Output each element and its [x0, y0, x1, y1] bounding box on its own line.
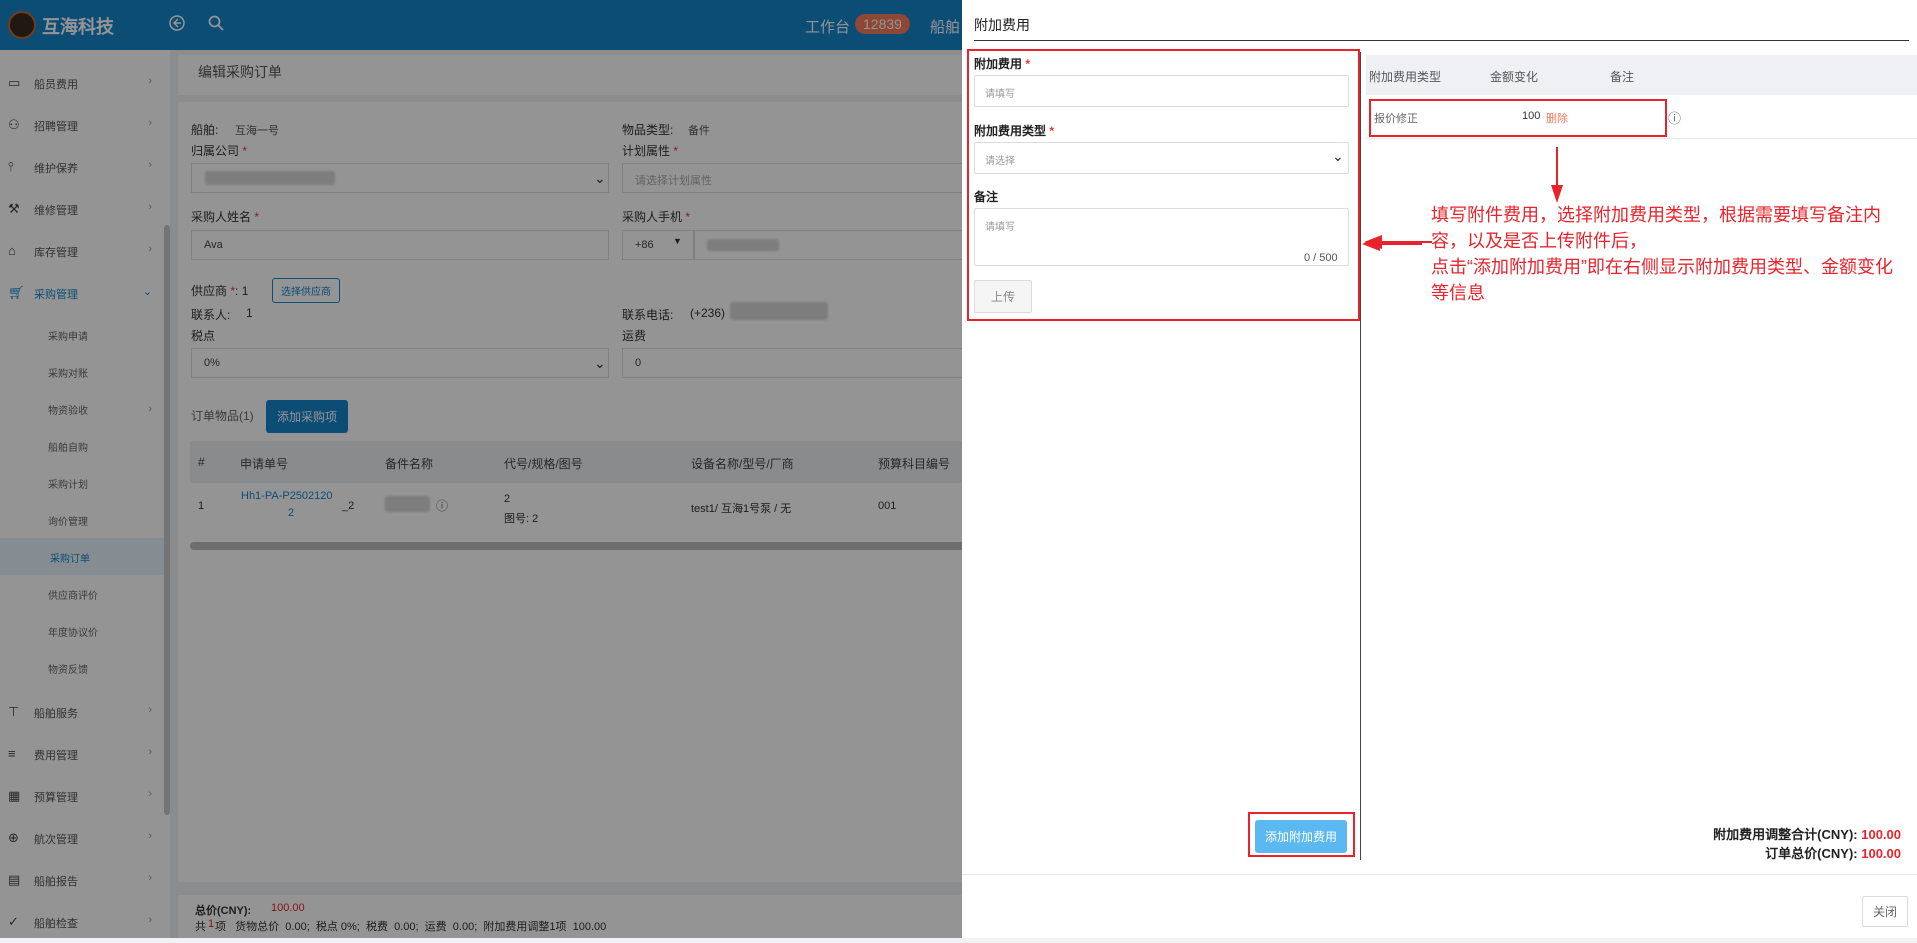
annotation-arrow-left: [1362, 237, 1422, 251]
annotation-arrow-up: [1551, 147, 1563, 203]
delete-link[interactable]: 删除: [1546, 110, 1568, 126]
annotation-line-1: 填写附件费用，选择附加费用类型，根据需要填写备注内容，以及是否上传附件后，: [1431, 205, 1881, 251]
chevron-down-icon: ⌄: [1332, 148, 1344, 164]
th-remark: 备注: [1610, 70, 1635, 84]
remark-label: 备注: [974, 190, 999, 204]
row-divider: [1366, 138, 1917, 139]
annotation-text: 填写附件费用，选择附加费用类型，根据需要填写备注内容，以及是否上传附件后， 点击…: [1431, 202, 1906, 306]
order-total-label: 订单总价(CNY):: [1765, 846, 1858, 861]
fee-label: 附加费用 *: [974, 57, 1031, 71]
th-amount-change: 金额变化: [1490, 70, 1539, 84]
fee-table-header: 附加费用类型 金额变化 备注: [1366, 55, 1917, 95]
order-total-value: 100.00: [1861, 846, 1901, 861]
fee-type-select[interactable]: 请选择: [974, 142, 1349, 174]
amount-value: 100: [1522, 110, 1541, 122]
title-divider: [974, 40, 1909, 41]
fee-type-value: 报价修正: [1374, 113, 1418, 125]
remark-textarea[interactable]: 请填写: [974, 208, 1349, 266]
adjustment-total: 附加费用调整合计(CNY): 100.00: [1713, 824, 1901, 843]
add-fee-button[interactable]: 添加附加费用: [1255, 820, 1348, 853]
upload-button[interactable]: 上传: [974, 280, 1033, 313]
fee-input[interactable]: 请填写: [974, 75, 1349, 107]
drawer-footer-divider: [962, 874, 1917, 875]
order-total: 订单总价(CNY): 100.00: [1765, 843, 1901, 862]
fee-label-text: 附加费用: [974, 57, 1023, 71]
adj-total-label: 附加费用调整合计(CNY):: [1713, 827, 1858, 842]
adj-total-value: 100.00: [1861, 827, 1901, 842]
info-icon[interactable]: ⓘ: [1668, 108, 1681, 127]
drawer-title: 附加费用: [974, 17, 1030, 33]
close-button[interactable]: 关闭: [1862, 896, 1909, 927]
modal-overlay[interactable]: [0, 0, 962, 938]
annotation-line-2: 点击“添加附加费用”即在右侧显示附加费用类型、金额变化等信息: [1431, 257, 1893, 303]
fee-type-label-text: 附加费用类型: [974, 124, 1047, 138]
th-fee-type: 附加费用类型: [1369, 70, 1442, 84]
fee-type-label: 附加费用类型 *: [974, 124, 1055, 138]
remark-char-count: 0 / 500: [1304, 252, 1338, 264]
